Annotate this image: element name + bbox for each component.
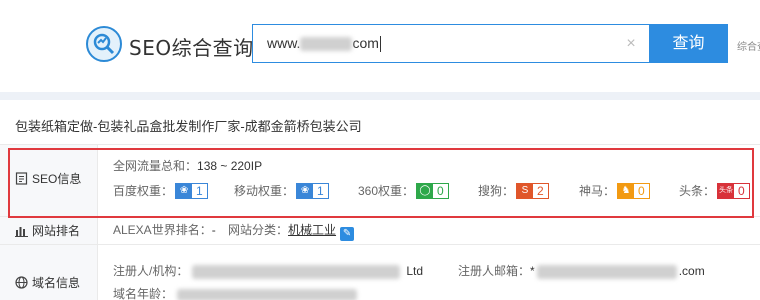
site-title: 包装纸箱定做-包装礼品盒批发制作厂家-成都金箭桥包装公司 <box>15 119 362 134</box>
age-label: 域名年龄： <box>113 287 174 300</box>
site-ranking-label: 网站排名 <box>15 222 80 239</box>
globe-icon <box>15 276 28 289</box>
seo-highlight-frame <box>8 148 754 218</box>
edit-icon[interactable]: ✎ <box>340 227 355 241</box>
text-cursor <box>379 36 381 53</box>
domain-info-label: 域名信息 <box>15 274 80 291</box>
alexa-value: - <box>211 223 216 237</box>
email-suffix: .com <box>678 264 705 278</box>
domain-label-text: 域名信息 <box>32 276 81 290</box>
search-value-suffix: com <box>352 35 379 51</box>
search-button[interactable]: 查询 <box>649 24 728 63</box>
registrant-email: 注册人邮箱：* .com <box>458 262 705 279</box>
category-link[interactable]: 机械工业 <box>288 223 336 237</box>
registrant: 注册人/机构： Ltd <box>113 262 423 279</box>
search-value-prefix: www. <box>267 35 301 51</box>
header-bar: SEO综合查询 www. com × 查询 综合查 <box>0 0 760 92</box>
logo-icon[interactable] <box>86 26 122 62</box>
site-category: 网站分类：机械工业 ✎ <box>228 221 355 241</box>
category-label: 网站分类： <box>228 223 289 237</box>
brand-title[interactable]: SEO综合查询 <box>129 32 254 61</box>
redacted-registrant <box>192 264 401 279</box>
bar-chart-icon <box>15 227 28 237</box>
search-box[interactable]: www. com × <box>252 24 650 63</box>
email-prefix: * <box>530 264 535 278</box>
registrant-label: 注册人/机构： <box>113 264 189 278</box>
section-divider <box>0 92 760 100</box>
search-input[interactable]: www. com <box>267 35 597 53</box>
alexa-rank: ALEXA世界排名：- <box>113 221 216 238</box>
redacted-email <box>536 264 677 279</box>
row-divider <box>0 244 760 245</box>
redacted-domain <box>300 37 353 52</box>
header-extra-link[interactable]: 综合查 <box>737 38 760 53</box>
ranking-label-text: 网站排名 <box>32 224 81 238</box>
registrant-suffix: Ltd <box>406 264 424 278</box>
email-label: 注册人邮箱： <box>458 264 531 278</box>
domain-age: 域名年龄： <box>113 285 358 300</box>
divider-line <box>0 144 760 145</box>
clear-icon[interactable]: × <box>623 36 639 52</box>
redacted-age <box>177 288 358 300</box>
alexa-label: ALEXA世界排名： <box>113 223 212 237</box>
